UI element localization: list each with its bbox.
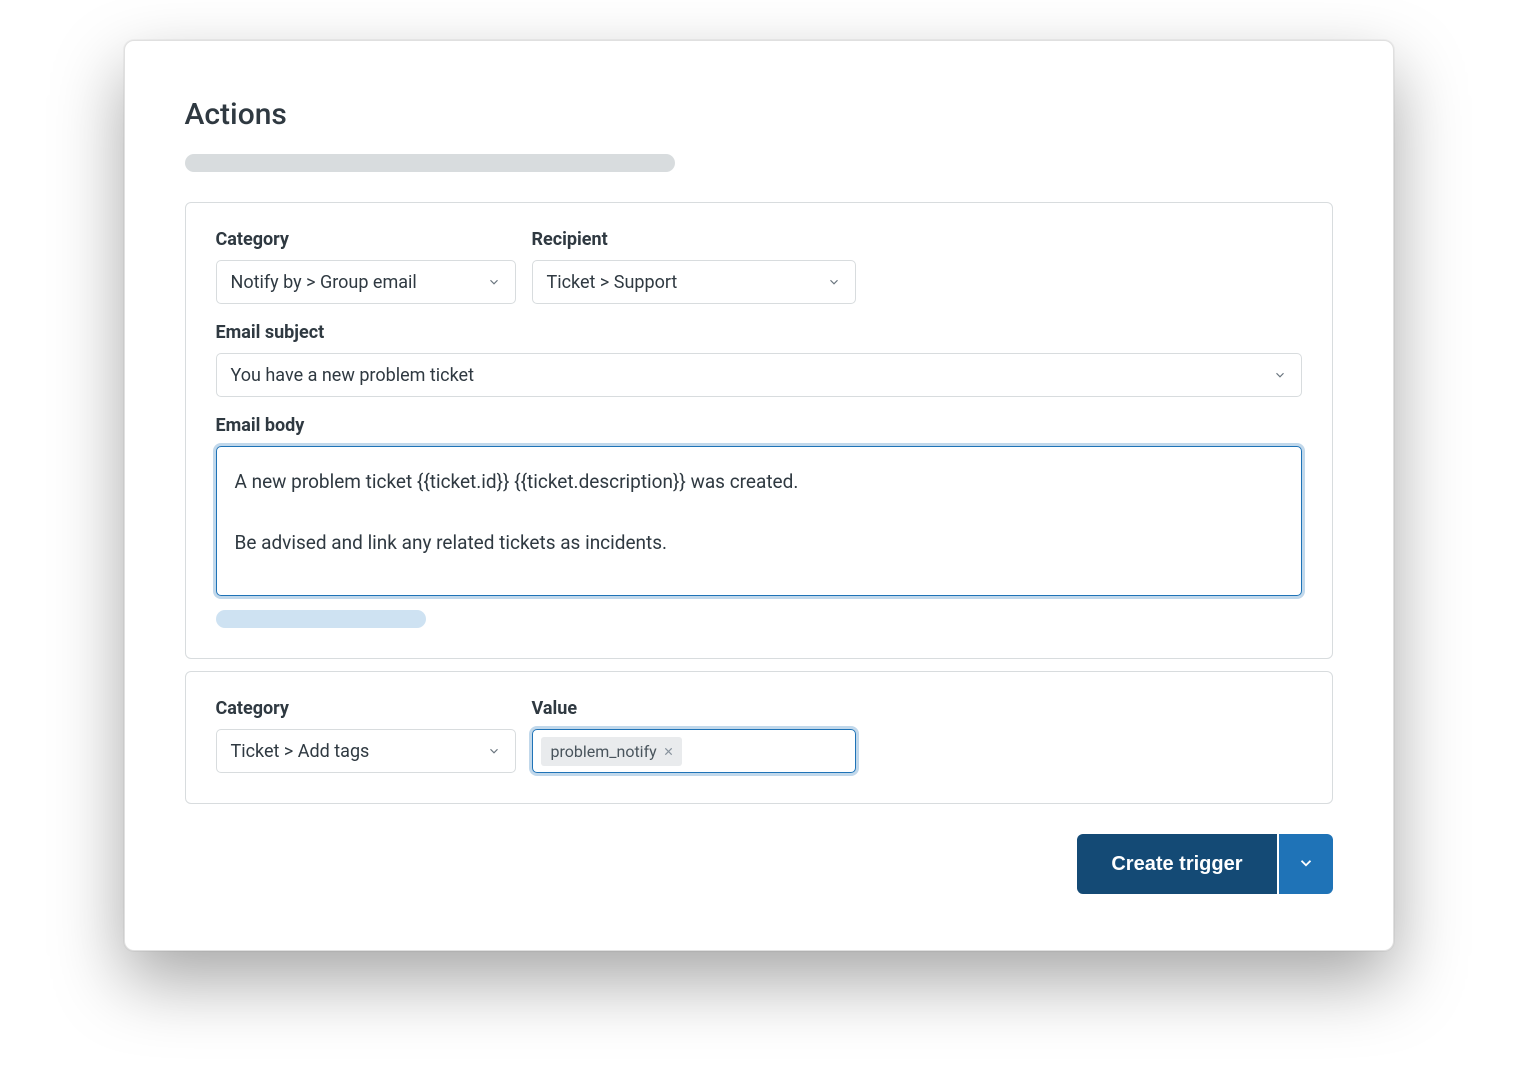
select-category-value: Notify by > Group email bbox=[231, 272, 417, 293]
label-category: Category bbox=[216, 229, 516, 250]
page-title: Actions bbox=[185, 97, 1333, 132]
select-recipient[interactable]: Ticket > Support bbox=[532, 260, 856, 304]
tag-chip: problem_notify bbox=[541, 737, 682, 766]
label-value: Value bbox=[532, 698, 856, 719]
select-category-2[interactable]: Ticket > Add tags bbox=[216, 729, 516, 773]
email-subject-value: You have a new problem ticket bbox=[231, 365, 474, 386]
actions-panel: Actions Category Notify by > Group email… bbox=[124, 40, 1394, 951]
field-category: Category Notify by > Group email bbox=[216, 229, 516, 304]
chevron-down-icon bbox=[487, 275, 501, 289]
footer-actions: Create trigger bbox=[185, 834, 1333, 894]
label-category-2: Category bbox=[216, 698, 516, 719]
row-category-recipient: Category Notify by > Group email Recipie… bbox=[216, 229, 1302, 304]
action-card-notify: Category Notify by > Group email Recipie… bbox=[185, 202, 1333, 659]
textarea-email-body[interactable]: A new problem ticket {{ticket.id}} {{tic… bbox=[216, 446, 1302, 596]
chevron-down-icon bbox=[1297, 854, 1315, 875]
field-email-body: Email body A new problem ticket {{ticket… bbox=[216, 415, 1302, 628]
action-card-tags: Category Ticket > Add tags Value problem… bbox=[185, 671, 1333, 804]
chevron-down-icon bbox=[1273, 368, 1287, 382]
select-recipient-value: Ticket > Support bbox=[547, 272, 678, 293]
create-trigger-split-button[interactable] bbox=[1279, 834, 1333, 894]
remove-tag-icon[interactable] bbox=[663, 746, 674, 757]
chevron-down-icon bbox=[487, 744, 501, 758]
row-category-value: Category Ticket > Add tags Value problem… bbox=[216, 698, 1302, 773]
subtitle-placeholder bbox=[185, 154, 675, 172]
select-category-2-value: Ticket > Add tags bbox=[231, 741, 370, 762]
field-recipient: Recipient Ticket > Support bbox=[532, 229, 856, 304]
tag-chip-label: problem_notify bbox=[551, 742, 657, 761]
attachment-placeholder[interactable] bbox=[216, 610, 426, 628]
field-email-subject: Email subject You have a new problem tic… bbox=[216, 322, 1302, 397]
label-recipient: Recipient bbox=[532, 229, 856, 250]
field-value: Value problem_notify bbox=[532, 698, 856, 773]
create-trigger-button[interactable]: Create trigger bbox=[1077, 834, 1276, 894]
field-category-2: Category Ticket > Add tags bbox=[216, 698, 516, 773]
label-email-subject: Email subject bbox=[216, 322, 1302, 343]
chevron-down-icon bbox=[827, 275, 841, 289]
input-email-subject[interactable]: You have a new problem ticket bbox=[216, 353, 1302, 397]
tag-input[interactable]: problem_notify bbox=[532, 729, 856, 773]
select-category[interactable]: Notify by > Group email bbox=[216, 260, 516, 304]
label-email-body: Email body bbox=[216, 415, 1302, 436]
